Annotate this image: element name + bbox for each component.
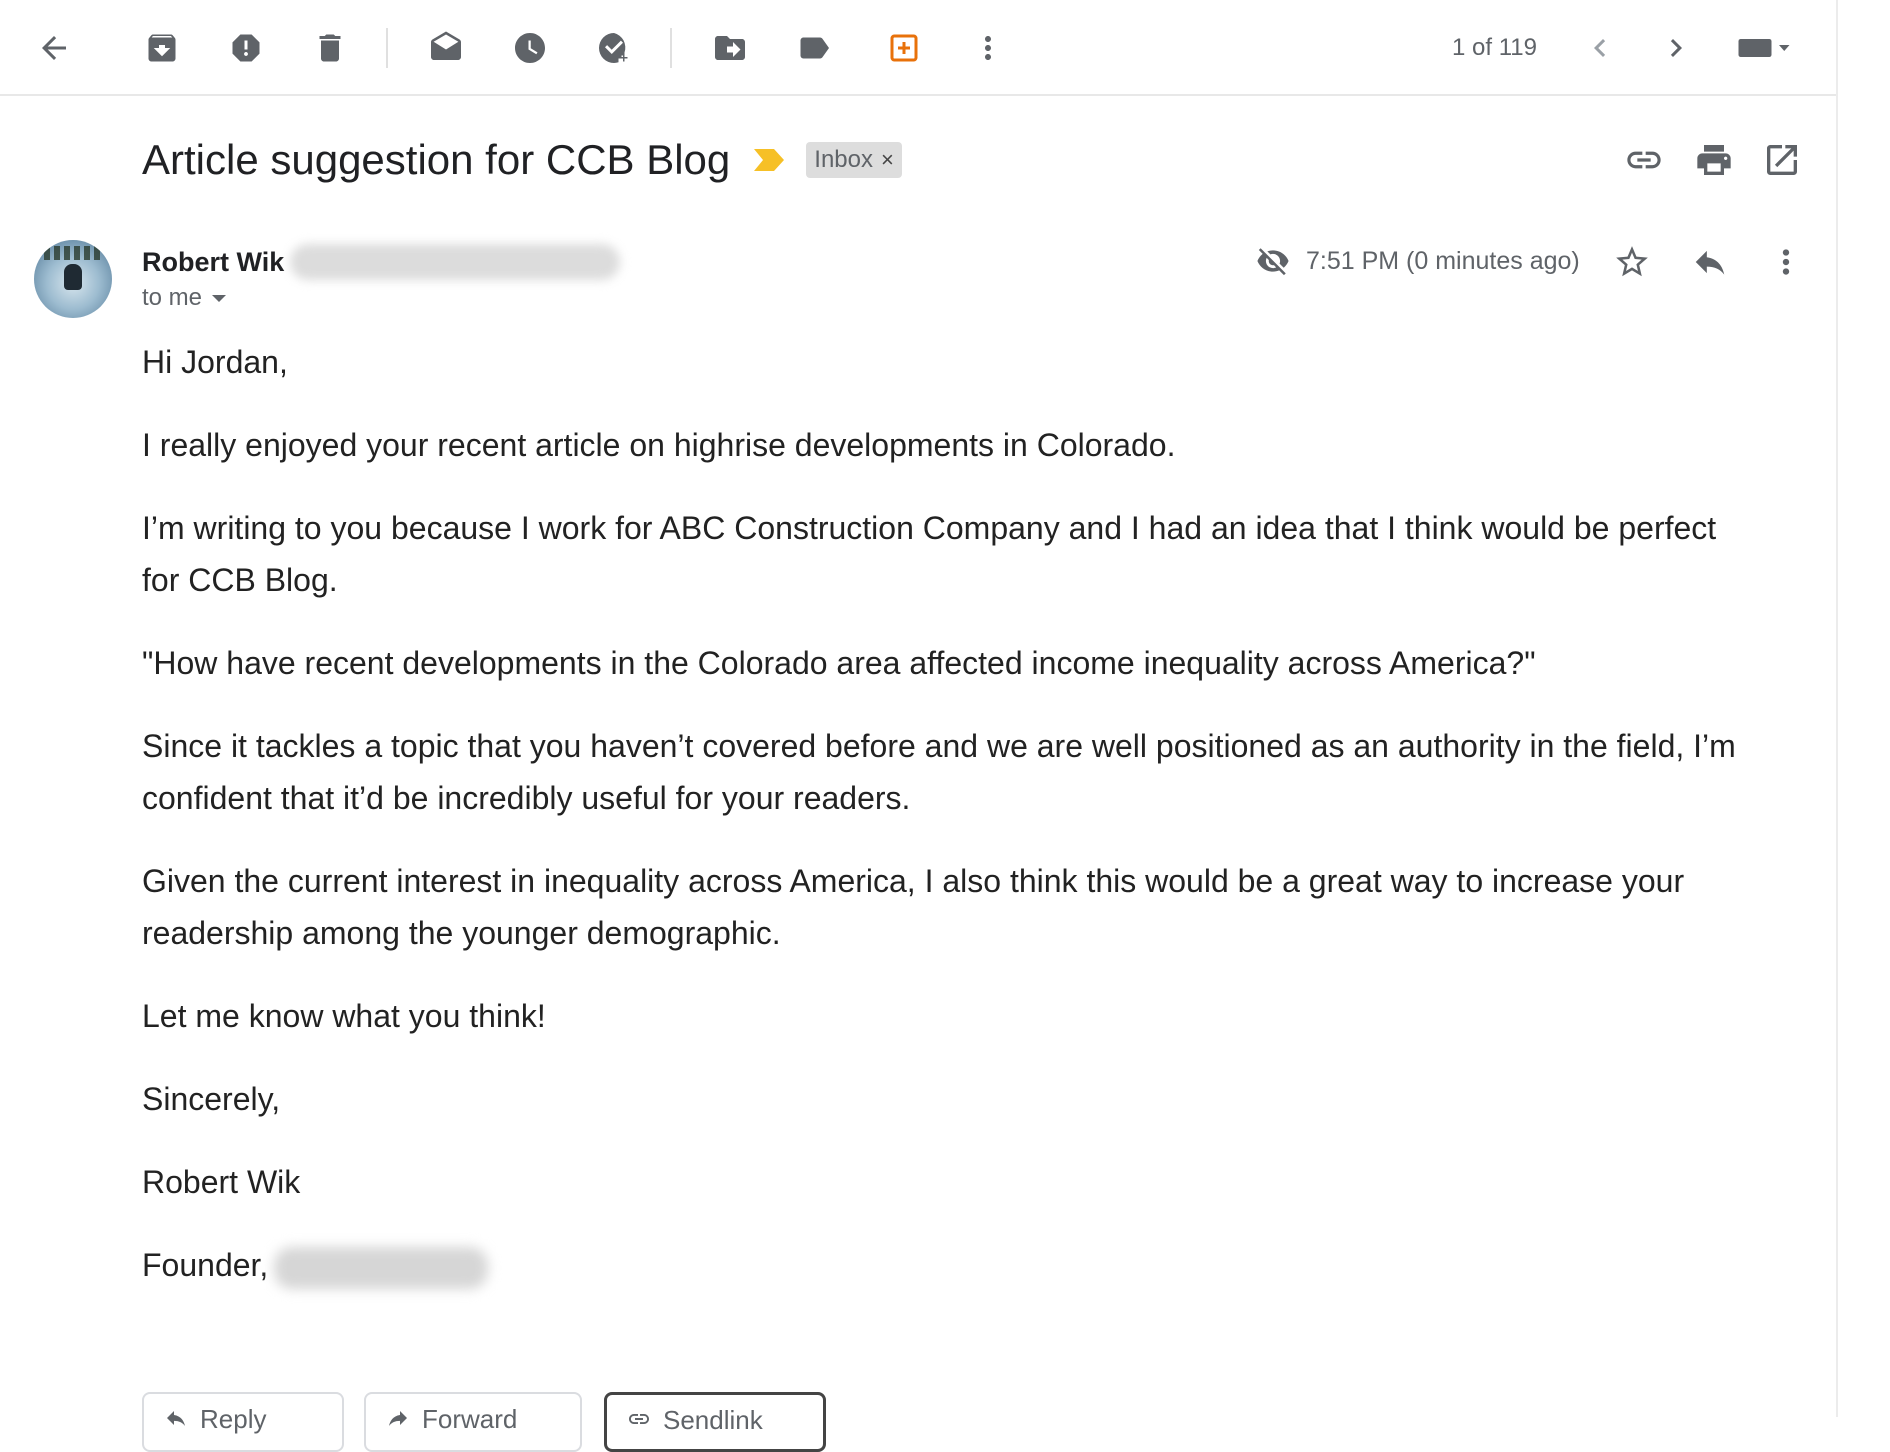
subject-row: Article suggestion for CCB Blog Inbox × [142, 128, 902, 192]
toolbar: 1 of 119 [0, 0, 1836, 96]
addon-icon[interactable] [882, 26, 926, 70]
link-icon[interactable] [1620, 136, 1668, 184]
avatar-figure [64, 264, 82, 290]
snooze-icon[interactable] [508, 26, 552, 70]
email-subject: Article suggestion for CCB Blog [142, 136, 731, 183]
label-text: Inbox [814, 146, 873, 173]
email-body: Hi Jordan, I really enjoyed your recent … [142, 336, 1762, 1322]
sender-row: Robert Wik [142, 244, 621, 280]
more-vert-icon[interactable] [966, 26, 1010, 70]
link-icon [629, 1414, 649, 1424]
report-spam-icon[interactable] [224, 26, 268, 70]
remove-label-icon[interactable]: × [881, 147, 894, 173]
body-paragraph: I’m writing to you because I work for AB… [142, 510, 1717, 598]
reply-button[interactable]: Reply [142, 1392, 344, 1452]
body-paragraph: I really enjoyed your recent article on … [142, 427, 1176, 463]
star-icon[interactable] [1608, 238, 1656, 286]
avatar-trees [44, 246, 100, 260]
print-icon[interactable] [1690, 136, 1738, 184]
side-panel-rail [1836, 0, 1890, 1417]
reply-button-label: Reply [200, 1404, 267, 1434]
archive-icon[interactable] [140, 26, 184, 70]
chevron-down-icon [212, 294, 227, 302]
sendlink-button[interactable]: Sendlink [604, 1392, 826, 1452]
message-meta: 7:51 PM (0 minutes ago) [1256, 244, 1580, 278]
labels-icon[interactable] [792, 26, 836, 70]
signature-title: Founder, [142, 1247, 269, 1283]
importance-marker-icon[interactable] [752, 147, 786, 173]
toolbar-divider [670, 28, 672, 68]
forward-button-label: Forward [422, 1404, 518, 1434]
reply-icon[interactable] [1686, 238, 1734, 286]
visibility-off-icon [1257, 248, 1289, 276]
body-paragraph: "How have recent developments in the Col… [142, 645, 1536, 681]
forward-icon [389, 1411, 407, 1426]
add-to-tasks-icon[interactable] [592, 26, 636, 70]
open-in-new-window-icon[interactable] [1758, 136, 1806, 184]
move-to-icon[interactable] [708, 26, 752, 70]
inbox-label-chip: Inbox × [806, 142, 902, 178]
message-timestamp: 7:51 PM (0 minutes ago) [1306, 246, 1580, 275]
keyboard-input-icon[interactable] [1728, 26, 1800, 70]
recipient-details-toggle[interactable]: to me [142, 284, 227, 312]
older-chevron-icon[interactable] [1654, 26, 1698, 70]
redacted-company [274, 1246, 489, 1289]
more-vert-icon[interactable] [1762, 238, 1810, 286]
greeting: Hi Jordan, [142, 344, 288, 380]
sender-avatar[interactable] [34, 240, 112, 318]
body-paragraph: Let me know what you think! [142, 998, 546, 1034]
forward-button[interactable]: Forward [364, 1392, 582, 1452]
delete-icon[interactable] [308, 26, 352, 70]
reply-icon [167, 1411, 185, 1426]
body-paragraph: Given the current interest in inequality… [142, 863, 1685, 951]
sendlink-button-label: Sendlink [663, 1405, 763, 1435]
pager-count: 1 of 119 [1452, 34, 1537, 61]
signature-title-line: Founder, [142, 1239, 1762, 1291]
newer-chevron-icon[interactable] [1578, 26, 1622, 70]
toolbar-divider [386, 28, 388, 68]
sender-name[interactable]: Robert Wik [142, 247, 284, 278]
back-arrow-icon[interactable] [32, 26, 76, 70]
redacted-sender-email [290, 244, 621, 280]
body-paragraph: Since it tackles a topic that you haven’… [142, 728, 1736, 816]
mark-unread-icon[interactable] [424, 26, 468, 70]
signature-name: Robert Wik [142, 1164, 301, 1200]
recipient-text: to me [142, 284, 203, 311]
closing: Sincerely, [142, 1081, 281, 1117]
